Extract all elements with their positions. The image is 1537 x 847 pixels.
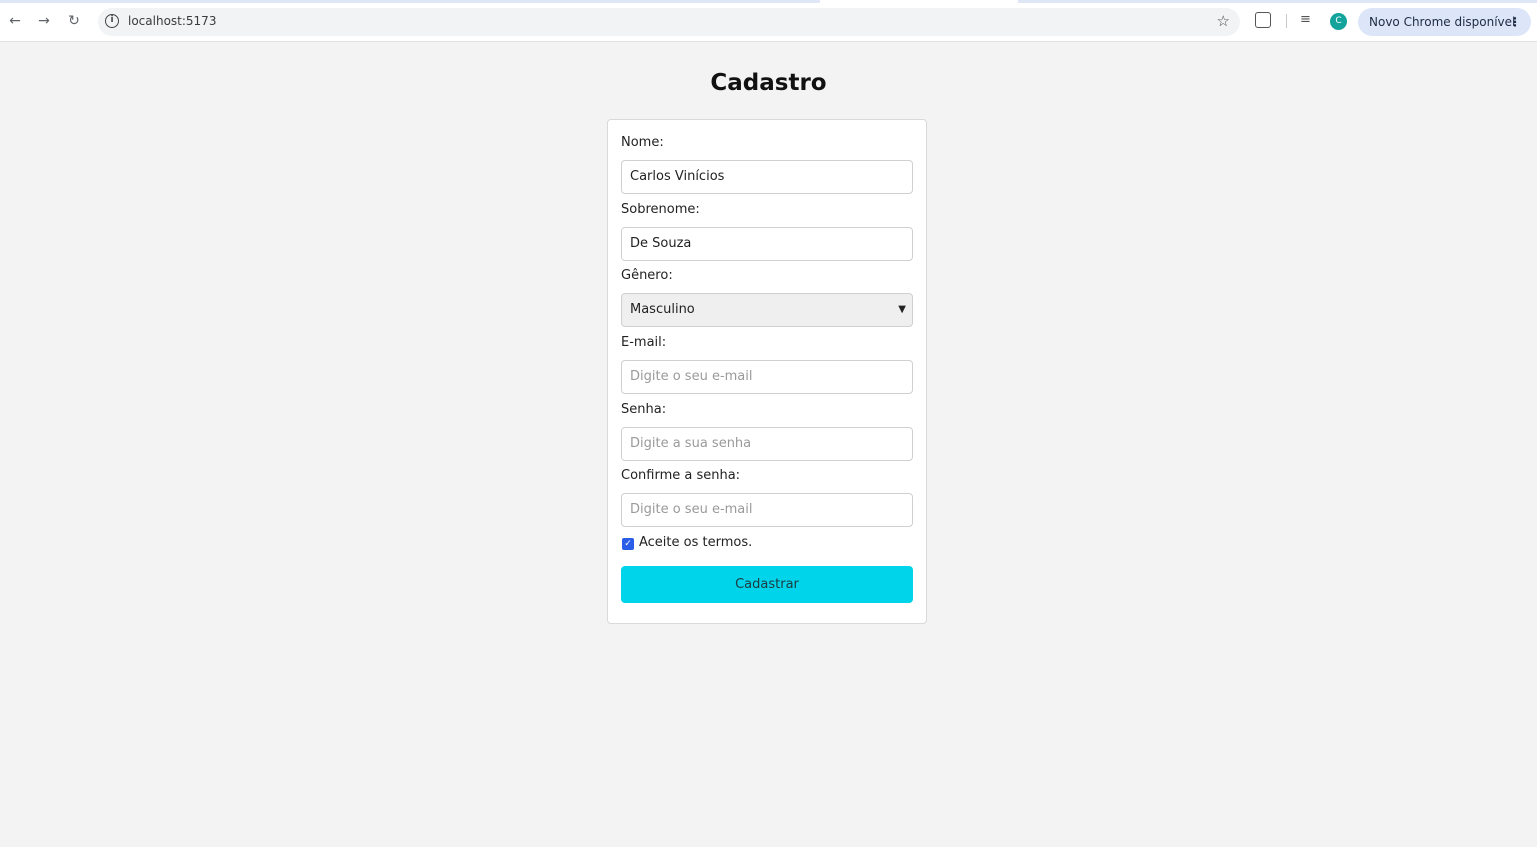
page-title: Cadastro — [710, 70, 827, 96]
puzzle-icon[interactable] — [1255, 12, 1271, 28]
toolbar-divider — [1286, 14, 1287, 28]
reload-icon[interactable]: ↻ — [65, 12, 83, 30]
cadastrar-button[interactable]: Cadastrar — [621, 566, 913, 603]
sobrenome-input[interactable]: De Souza — [621, 227, 913, 261]
termos-label[interactable]: Aceite os termos. — [639, 535, 752, 550]
sobrenome-label: Sobrenome: — [621, 202, 700, 217]
info-icon[interactable]: i — [105, 14, 119, 28]
browser-toolbar: ← → ↻ i localhost:5173 ☆ ≡ C Novo Chrome… — [0, 0, 1537, 42]
termos-checkbox[interactable]: ✓ — [622, 538, 634, 550]
confirmar-senha-label: Confirme a senha: — [621, 468, 741, 483]
forward-icon[interactable]: → — [35, 12, 53, 30]
email-label: E-mail: — [621, 335, 667, 350]
more-vert-icon[interactable]: ⋮ — [1509, 8, 1521, 36]
active-tab[interactable] — [820, 0, 1018, 3]
update-chrome-label: Novo Chrome disponível — [1369, 15, 1516, 29]
nome-input[interactable]: Carlos Vinícios — [621, 160, 913, 194]
address-bar[interactable]: i localhost:5173 ☆ — [98, 8, 1240, 36]
back-icon[interactable]: ← — [6, 12, 24, 30]
genero-selected-value: Masculino — [630, 302, 695, 317]
star-icon[interactable]: ☆ — [1217, 12, 1230, 30]
senha-label: Senha: — [621, 402, 667, 417]
chevron-down-icon: ▼ — [898, 304, 906, 315]
genero-label: Gênero: — [621, 268, 673, 283]
senha-input[interactable]: Digite a sua senha — [621, 427, 913, 461]
update-chrome-button[interactable]: Novo Chrome disponível ⋮ — [1358, 8, 1531, 36]
genero-select[interactable]: Masculino ▼ — [621, 293, 913, 327]
media-control-icon[interactable]: ≡ — [1300, 12, 1311, 27]
avatar[interactable]: C — [1330, 13, 1347, 30]
tab-strip — [0, 0, 1537, 3]
email-input[interactable]: Digite o seu e-mail — [621, 360, 913, 394]
nome-label: Nome: — [621, 135, 664, 150]
confirmar-senha-input[interactable]: Digite o seu e-mail — [621, 493, 913, 527]
url-text[interactable]: localhost:5173 — [128, 14, 216, 28]
signup-form: Nome: Carlos Vinícios Sobrenome: De Souz… — [607, 119, 927, 624]
